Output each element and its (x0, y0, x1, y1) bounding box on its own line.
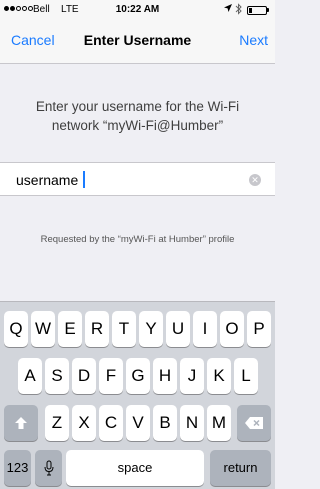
profile-footnote: Requested by the “myWi-Fi at Humber” pro… (40, 234, 235, 245)
key-z[interactable]: Z (45, 405, 69, 441)
username-field-row: ✕ (0, 162, 275, 196)
microphone-icon (44, 460, 53, 476)
navigation-bar: Cancel Enter Username Next (0, 20, 275, 64)
key-c[interactable]: C (99, 405, 123, 441)
key-p[interactable]: P (247, 311, 271, 347)
key-y[interactable]: Y (139, 311, 163, 347)
backspace-icon (245, 417, 263, 429)
key-g[interactable]: G (126, 358, 150, 394)
battery-icon (247, 6, 267, 15)
text-cursor (83, 171, 85, 188)
status-time: 10:22 AM (115, 4, 160, 15)
key-w[interactable]: W (31, 311, 55, 347)
key-r[interactable]: R (85, 311, 109, 347)
key-n[interactable]: N (180, 405, 204, 441)
key-d[interactable]: D (72, 358, 96, 394)
clear-text-button[interactable]: ✕ (249, 174, 261, 186)
keyboard-row-3: Z X C V B N M (0, 405, 275, 441)
page-title: Enter Username (83, 32, 192, 48)
key-k[interactable]: K (207, 358, 231, 394)
key-m[interactable]: M (207, 405, 231, 441)
key-v[interactable]: V (126, 405, 150, 441)
space-key[interactable]: space (66, 450, 204, 486)
numbers-key[interactable]: 123 (4, 450, 31, 486)
key-h[interactable]: H (153, 358, 177, 394)
prompt-line-1: Enter your username for the Wi-Fi (35, 99, 240, 114)
key-s[interactable]: S (45, 358, 69, 394)
key-x[interactable]: X (72, 405, 96, 441)
battery-tip (267, 8, 269, 12)
key-b[interactable]: B (153, 405, 177, 441)
key-f[interactable]: F (99, 358, 123, 394)
dictation-key[interactable] (35, 450, 62, 486)
keyboard-row-4: 123 space return (0, 450, 275, 486)
key-a[interactable]: A (18, 358, 42, 394)
key-j[interactable]: J (180, 358, 204, 394)
shift-arrow-icon (15, 417, 27, 429)
status-bar: Bell LTE 10:22 AM (0, 0, 275, 20)
keyboard-row-1: Q W E R T Y U I O P (0, 311, 275, 347)
next-button[interactable]: Next (239, 32, 268, 48)
key-q[interactable]: Q (4, 311, 28, 347)
username-input[interactable] (16, 171, 236, 189)
key-l[interactable]: L (234, 358, 258, 394)
keyboard-row-2: A S D F G H J K L (0, 358, 275, 394)
battery-level-fill (249, 8, 252, 13)
key-t[interactable]: T (112, 311, 136, 347)
key-u[interactable]: U (166, 311, 190, 347)
shift-key[interactable] (4, 405, 38, 441)
username-prompt: Enter your username for the Wi-Fi networ… (10, 97, 265, 135)
return-key[interactable]: return (210, 450, 271, 486)
delete-key[interactable] (237, 405, 271, 441)
keyboard: Q W E R T Y U I O P A S D F G H J K L Z … (0, 301, 275, 489)
prompt-line-2: network “myWi-Fi@Humber” (51, 118, 224, 133)
key-i[interactable]: I (193, 311, 217, 347)
location-arrow-icon (224, 4, 232, 15)
key-e[interactable]: E (58, 311, 82, 347)
bluetooth-icon (235, 3, 242, 18)
key-o[interactable]: O (220, 311, 244, 347)
